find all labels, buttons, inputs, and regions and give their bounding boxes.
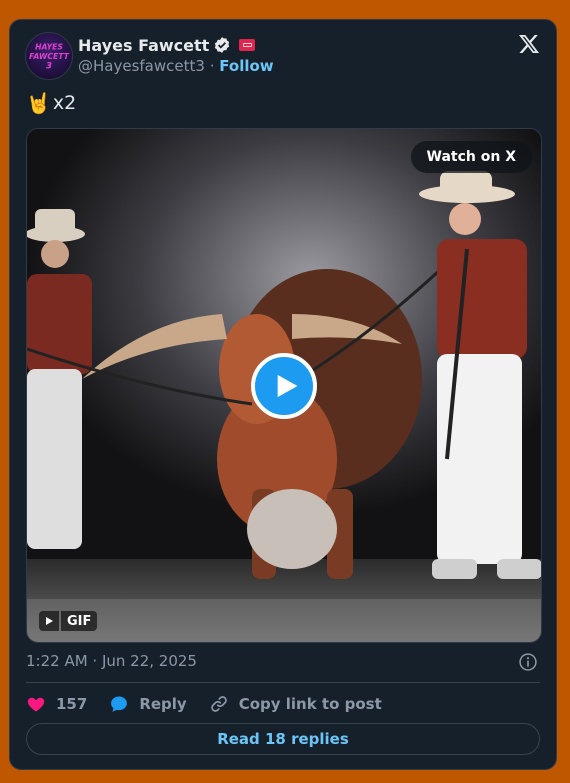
affiliate-badge-icon bbox=[239, 39, 256, 51]
watch-on-x-button[interactable]: Watch on X bbox=[410, 141, 532, 173]
heart-icon bbox=[27, 697, 45, 712]
emoji: 🤘 bbox=[26, 91, 51, 115]
copy-link-label: Copy link to post bbox=[238, 695, 382, 713]
reply-button[interactable]: Reply bbox=[109, 694, 187, 714]
avatar-text-2: FAWCETT bbox=[29, 52, 69, 61]
link-icon bbox=[210, 696, 227, 712]
avatar-text-3: 3 bbox=[46, 61, 52, 71]
media-gif[interactable]: Watch on X GIF bbox=[26, 128, 542, 643]
x-logo-icon[interactable] bbox=[517, 32, 541, 56]
copy-link-button[interactable]: Copy link to post bbox=[209, 694, 382, 714]
post-timestamp[interactable]: 1:22 AM · Jun 22, 2025 bbox=[26, 652, 197, 670]
post-text: 🤘 x2 bbox=[26, 92, 76, 114]
speech-bubble-icon bbox=[111, 696, 128, 712]
follow-button[interactable]: Follow bbox=[219, 57, 273, 75]
play-button[interactable] bbox=[251, 353, 317, 419]
reply-label: Reply bbox=[139, 695, 187, 713]
play-icon bbox=[277, 374, 297, 398]
post-header: HAYES FAWCETT 3 Hayes Fawcett @Hayesfawc… bbox=[25, 31, 541, 81]
info-icon[interactable] bbox=[518, 652, 538, 672]
like-button[interactable]: 157 bbox=[26, 694, 87, 714]
embedded-post-card: HAYES FAWCETT 3 Hayes Fawcett @Hayesfawc… bbox=[9, 19, 557, 770]
author-handle[interactable]: @Hayesfawcett3 bbox=[78, 57, 205, 75]
like-count: 157 bbox=[56, 695, 88, 713]
post-text-body: x2 bbox=[52, 92, 77, 114]
author-name[interactable]: Hayes Fawcett bbox=[78, 36, 209, 55]
handle-row: @Hayesfawcett3 · Follow bbox=[78, 57, 274, 75]
gif-play-icon bbox=[39, 611, 59, 631]
avatar-text-1: HAYES bbox=[35, 42, 63, 51]
read-replies-button[interactable]: Read 18 replies bbox=[26, 723, 540, 755]
gif-badge: GIF bbox=[39, 611, 98, 631]
name-row: Hayes Fawcett bbox=[78, 34, 256, 56]
gif-label: GIF bbox=[61, 611, 98, 631]
action-bar: 157 Reply Copy link to post bbox=[26, 692, 404, 716]
divider bbox=[26, 682, 540, 683]
avatar[interactable]: HAYES FAWCETT 3 bbox=[25, 32, 73, 80]
verified-badge-icon bbox=[213, 36, 231, 54]
separator: · bbox=[209, 57, 215, 75]
